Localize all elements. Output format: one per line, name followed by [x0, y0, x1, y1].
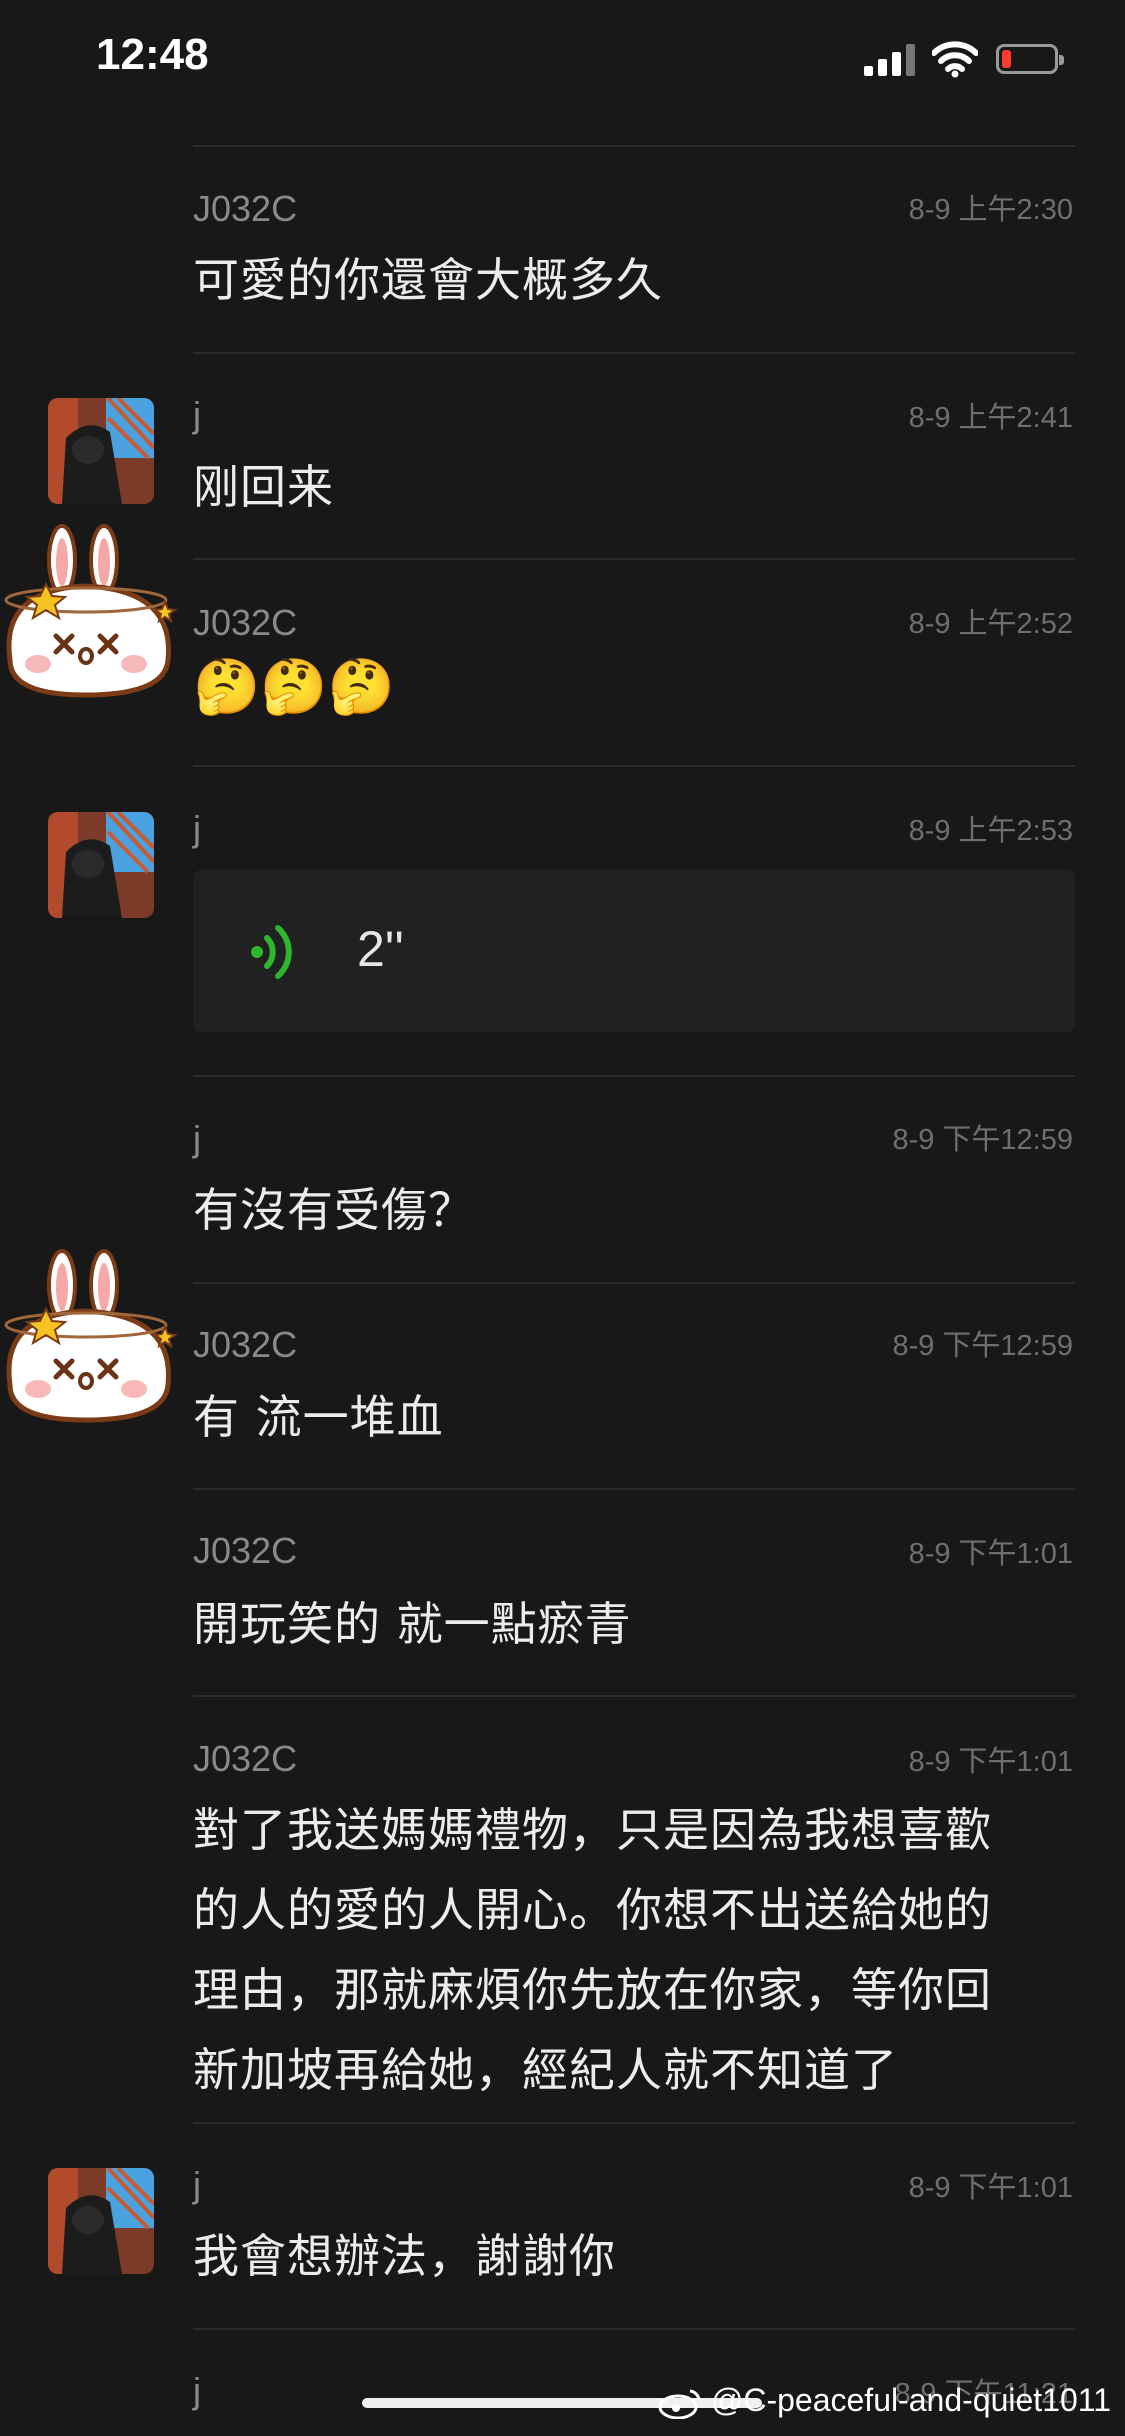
message-time: 8-9 下午12:59 [892, 1124, 1073, 1156]
message-time: 8-9 下午1:01 [908, 1538, 1073, 1570]
message-time: 8-9 下午12:59 [892, 1330, 1073, 1362]
message-line: 對了我送媽媽禮物，只是因為我想喜歡 [193, 1803, 992, 1857]
voice-icon [251, 925, 292, 979]
emoji-message[interactable]: 🤔🤔🤔 [193, 655, 395, 719]
message-time: 8-9 下午1:01 [908, 1746, 1073, 1778]
message-line: 新加坡再給她，經紀人就不知道了 [193, 2043, 898, 2097]
status-time: 12:48 [96, 30, 209, 79]
voice-duration: 2'' [357, 921, 404, 977]
message-sender: j [193, 394, 201, 435]
message-line: 理由，那就麻煩你先放在你家，等你回 [193, 1963, 992, 2017]
message-time: 8-9 上午2:30 [908, 194, 1073, 226]
message-text[interactable]: 刚回来 [193, 447, 1073, 527]
message-time: 8-9 下午1:01 [908, 2172, 1073, 2204]
divider [193, 558, 1075, 560]
message-line: 的人的愛的人開心。你想不出送給她的 [193, 1883, 992, 1937]
divider [193, 1695, 1075, 1697]
message-text[interactable]: 有 流一堆血 [193, 1377, 1073, 1457]
divider [193, 145, 1075, 147]
wifi-icon [932, 41, 978, 78]
avatar[interactable] [48, 398, 154, 504]
bunny-sticker-avatar[interactable] [0, 520, 190, 700]
avatar[interactable] [48, 2168, 154, 2274]
message-sender: J032C [193, 188, 298, 229]
status-bar: 12:48 [0, 0, 1125, 130]
divider [193, 2122, 1075, 2124]
message-text[interactable]: 開玩笑的 就一點瘀青 [193, 1584, 1073, 1664]
message-sender: j [193, 1118, 201, 1159]
avatar[interactable] [48, 812, 154, 918]
bunny-sticker-avatar[interactable] [0, 1245, 190, 1425]
battery-icon [996, 44, 1064, 74]
weibo-icon [658, 2389, 701, 2420]
divider [193, 1075, 1075, 1077]
divider [193, 1488, 1075, 1490]
message-sender: j [193, 2370, 201, 2411]
signal-icon [864, 44, 916, 76]
voice-message[interactable]: 2'' [193, 870, 1075, 1032]
message-text[interactable]: 對了我送媽媽禮物，只是因為我想喜歡 的人的愛的人開心。你想不出送給她的 理由，那… [193, 1790, 1073, 2110]
message-sender: J032C [193, 602, 298, 643]
message-text[interactable]: 我會想辦法，謝謝你 [193, 2216, 1073, 2296]
message-text[interactable]: 可愛的你還會大概多久 [193, 240, 1073, 320]
message-sender: J032C [193, 1738, 298, 1779]
message-sender: J032C [193, 1324, 298, 1365]
divider [193, 352, 1075, 354]
message-sender: j [193, 2164, 201, 2205]
message-text[interactable]: 有沒有受傷？ [193, 1170, 1073, 1250]
message-sender: J032C [193, 1530, 298, 1571]
watermark: @C-peaceful-and-quiet1011 [658, 2382, 1111, 2420]
divider [193, 1282, 1075, 1284]
message-time: 8-9 上午2:53 [908, 815, 1073, 847]
message-time: 8-9 上午2:41 [908, 402, 1073, 434]
message-time: 8-9 上午2:52 [908, 608, 1073, 640]
message-sender: j [193, 808, 201, 849]
watermark-text: @C-peaceful-and-quiet1011 [710, 2382, 1111, 2418]
divider [193, 2328, 1075, 2330]
divider [193, 765, 1075, 767]
